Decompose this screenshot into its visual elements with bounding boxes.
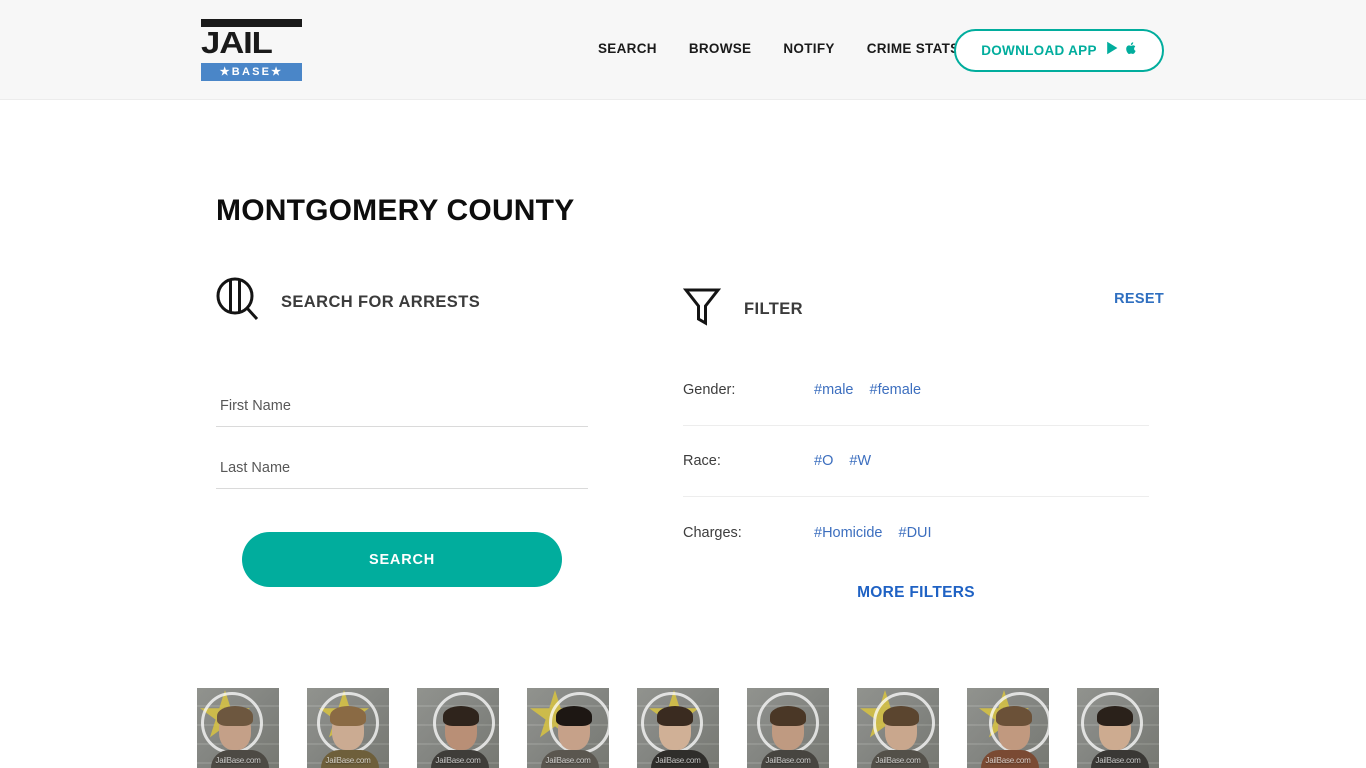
filter-tags-race: #O #W	[814, 453, 871, 469]
header-inner: JAIL ★BASE★ SEARCH BROWSE NOTIFY CRIME S…	[0, 0, 1366, 100]
first-name-input[interactable]	[216, 386, 588, 426]
mugshot-subject-hair	[443, 706, 479, 726]
funnel-icon	[682, 286, 722, 333]
filter-panel-title: FILTER	[744, 299, 803, 318]
download-app-label: DOWNLOAD APP	[981, 43, 1097, 58]
mugshot-subject-torso	[211, 750, 269, 768]
search-submit-button[interactable]: SEARCH	[242, 532, 562, 587]
filter-tags-gender: #male #female	[814, 382, 921, 398]
filter-label-race: Race:	[683, 453, 721, 469]
more-filters-link[interactable]: MORE FILTERS	[683, 584, 1149, 602]
download-app-button[interactable]: DOWNLOAD APP	[954, 29, 1164, 72]
mugshot-subject-hair	[217, 706, 253, 726]
filter-label-gender: Gender:	[683, 382, 736, 398]
filter-panel-header: FILTER RESET	[682, 285, 1164, 333]
last-name-input[interactable]	[216, 448, 588, 488]
mugshot-thumbnail[interactable]: JailBase.com	[417, 688, 499, 768]
mugshot-subject-torso	[431, 750, 489, 768]
mugshot-subject-torso	[761, 750, 819, 768]
filter-tag-female[interactable]: #female	[870, 382, 922, 398]
search-panel-header: SEARCH FOR ARRESTS	[216, 277, 588, 327]
nav-item-search[interactable]: SEARCH	[598, 41, 657, 56]
mugshot-subject-torso	[541, 750, 599, 768]
mugshot-subject-hair	[883, 706, 919, 726]
google-play-icon	[1106, 41, 1119, 60]
mugshot-thumbnail[interactable]: JailBase.com	[857, 688, 939, 768]
mugshot-thumbnail[interactable]: JailBase.com	[307, 688, 389, 768]
filter-row-charges: Charges: #Homicide #DUI	[683, 497, 1149, 568]
filter-tag-dui[interactable]: #DUI	[899, 525, 932, 541]
mugshot-thumbnail-strip: JailBase.com JailBase.com JailBase.com Jail…	[197, 688, 1169, 768]
search-for-arrests-panel: SEARCH FOR ARRESTS SEARCH	[216, 277, 588, 587]
page-title: MONTGOMERY COUNTY	[216, 194, 575, 227]
mugshot-search-icon	[216, 277, 259, 327]
mugshot-subject-hair	[657, 706, 693, 726]
filter-tag-homicide[interactable]: #Homicide	[814, 525, 883, 541]
mugshot-subject-torso	[981, 750, 1039, 768]
site-logo[interactable]: JAIL ★BASE★	[201, 19, 302, 81]
site-header: JAIL ★BASE★ SEARCH BROWSE NOTIFY CRIME S…	[0, 0, 1366, 100]
filter-panel: FILTER RESET Gender: #male #female Race:…	[682, 285, 1164, 602]
mugshot-subject-hair	[770, 706, 806, 726]
filter-rows: Gender: #male #female Race: #O #W Charge…	[683, 355, 1149, 568]
nav-item-notify[interactable]: NOTIFY	[783, 41, 834, 56]
logo-base-text: ★BASE★	[201, 63, 302, 81]
filter-label-charges: Charges:	[683, 524, 742, 541]
search-panel-title: SEARCH FOR ARRESTS	[281, 292, 481, 311]
first-name-field-wrap	[216, 386, 588, 427]
mugshot-subject-hair	[330, 706, 366, 726]
mugshot-thumbnail[interactable]: JailBase.com	[967, 688, 1049, 768]
nav-item-crime-stats[interactable]: CRIME STATS	[867, 41, 960, 56]
mugshot-subject-hair	[1097, 706, 1133, 726]
main-nav: SEARCH BROWSE NOTIFY CRIME STATS	[598, 41, 959, 56]
filter-tag-race-w[interactable]: #W	[849, 453, 871, 469]
filter-tag-male[interactable]: #male	[814, 382, 854, 398]
mugshot-subject-hair	[996, 706, 1032, 726]
reset-filters-link[interactable]: RESET	[1114, 291, 1164, 307]
mugshot-subject-torso	[651, 750, 709, 768]
store-icons	[1106, 41, 1137, 61]
logo-jail-text: JAIL	[201, 25, 273, 60]
mugshot-subject-torso	[871, 750, 929, 768]
filter-row-race: Race: #O #W	[683, 426, 1149, 497]
mugshot-thumbnail[interactable]: JailBase.com	[197, 688, 279, 768]
main-content: MONTGOMERY COUNTY SEARCH FOR ARRESTS SEA…	[0, 100, 1366, 768]
filter-tags-charges: #Homicide #DUI	[814, 525, 932, 541]
filter-row-gender: Gender: #male #female	[683, 355, 1149, 426]
apple-icon	[1125, 41, 1137, 61]
filter-tag-race-o[interactable]: #O	[814, 453, 833, 469]
mugshot-subject-torso	[1091, 750, 1149, 768]
mugshot-thumbnail[interactable]: JailBase.com	[637, 688, 719, 768]
nav-item-browse[interactable]: BROWSE	[689, 41, 752, 56]
mugshot-subject-torso	[321, 750, 379, 768]
mugshot-thumbnail[interactable]: JailBase.com	[747, 688, 829, 768]
mugshot-subject-hair	[556, 706, 592, 726]
mugshot-thumbnail[interactable]: JailBase.com	[527, 688, 609, 768]
mugshot-thumbnail[interactable]: JailBase.com	[1077, 688, 1159, 768]
last-name-field-wrap	[216, 448, 588, 489]
